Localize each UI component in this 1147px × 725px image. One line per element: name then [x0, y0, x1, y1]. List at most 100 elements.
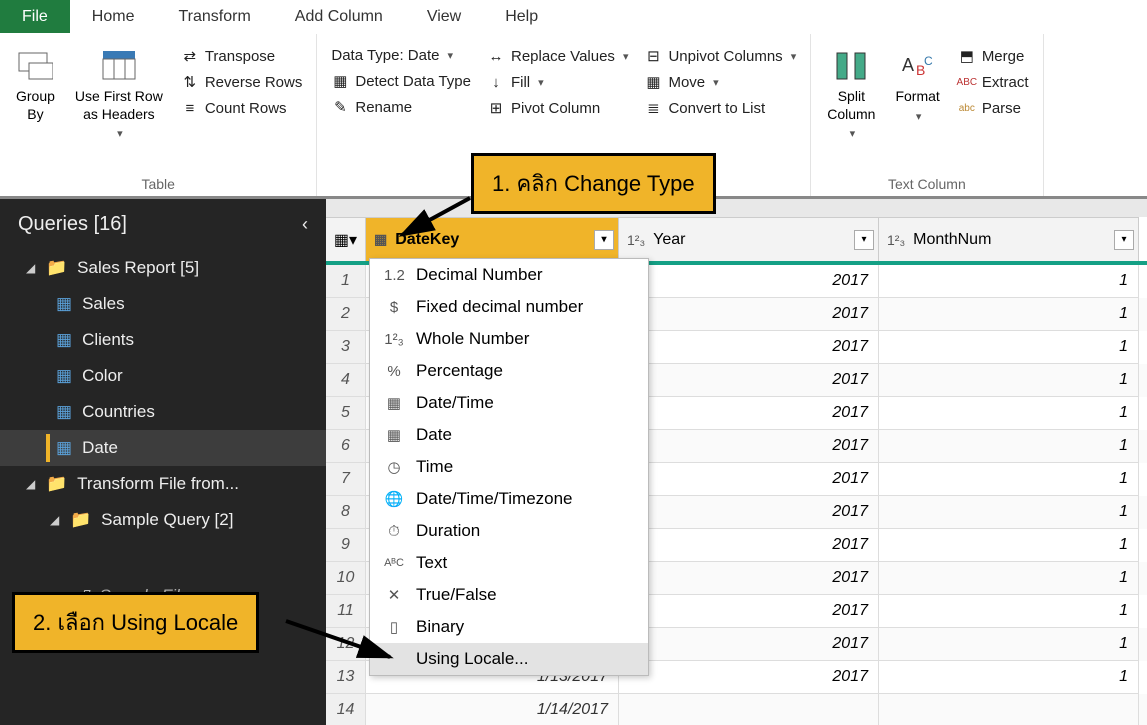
split-column-button[interactable]: Split Column [821, 44, 881, 172]
count-rows-button[interactable]: ≡ Count Rows [177, 96, 307, 120]
clock-icon: ◷ [384, 458, 404, 476]
type-fixed-decimal[interactable]: $Fixed decimal number [370, 291, 648, 323]
menu-label: Date/Time [416, 393, 494, 413]
cell-year[interactable]: 2017 [619, 331, 879, 364]
parse-button[interactable]: abcParse [954, 96, 1033, 120]
type-truefalse[interactable]: ✕True/False [370, 579, 648, 611]
tab-view[interactable]: View [405, 0, 483, 33]
format-button[interactable]: ABC Format [889, 44, 945, 172]
detect-type-button[interactable]: ▦Detect Data Type [327, 69, 475, 93]
filter-dropdown-icon[interactable]: ▾ [1114, 230, 1134, 250]
detect-icon: ▦ [331, 72, 349, 90]
cell-year[interactable]: 2017 [619, 364, 879, 397]
cell-monthnum[interactable]: 1 [879, 331, 1139, 364]
query-countries[interactable]: ▦Countries [0, 394, 326, 430]
type-time[interactable]: ◷ Time [370, 451, 648, 483]
filter-dropdown-icon[interactable]: ▾ [854, 230, 874, 250]
tab-add-column[interactable]: Add Column [273, 0, 405, 33]
tab-file[interactable]: File [0, 0, 70, 33]
cell-monthnum[interactable]: 1 [879, 628, 1139, 661]
type-using-locale[interactable]: Using Locale... [370, 643, 648, 675]
col-header-datekey[interactable]: ▦ DateKey ▾ [366, 217, 619, 261]
cell-monthnum[interactable]: 1 [879, 463, 1139, 496]
cell-year[interactable]: 2017 [619, 496, 879, 529]
query-clients[interactable]: ▦Clients [0, 322, 326, 358]
count-label: Count Rows [205, 100, 287, 117]
use-first-row-button[interactable]: Use First Row as Headers [69, 44, 169, 172]
extract-button[interactable]: ABCExtract [954, 70, 1033, 94]
col-header-year[interactable]: 1²₃ Year ▾ [619, 217, 879, 261]
cell-year[interactable] [619, 694, 879, 725]
whole-icon: 1²₃ [384, 331, 404, 348]
type-whole[interactable]: 1²₃Whole Number [370, 323, 648, 355]
cell-year[interactable]: 2017 [619, 661, 879, 694]
row-number: 10 [326, 562, 366, 595]
cell-monthnum[interactable]: 1 [879, 562, 1139, 595]
menu-label: Time [416, 457, 453, 477]
query-color[interactable]: ▦Color [0, 358, 326, 394]
tab-home[interactable]: Home [70, 0, 157, 33]
query-date[interactable]: ▦Date [0, 430, 326, 466]
parse-label: Parse [982, 100, 1021, 117]
query-sales[interactable]: ▦Sales [0, 286, 326, 322]
cell-year[interactable]: 2017 [619, 397, 879, 430]
cell-year[interactable]: 2017 [619, 595, 879, 628]
cell-monthnum[interactable]: 1 [879, 298, 1139, 331]
data-type-button[interactable]: Data Type: Date [327, 44, 475, 67]
reverse-rows-button[interactable]: ⇅Reverse Rows [177, 70, 307, 94]
tab-transform[interactable]: Transform [156, 0, 272, 33]
tab-help[interactable]: Help [483, 0, 560, 33]
merge-button[interactable]: ⬒Merge [954, 44, 1033, 68]
cell-monthnum[interactable]: 1 [879, 661, 1139, 694]
cell-monthnum[interactable]: 1 [879, 595, 1139, 628]
cell-monthnum[interactable]: 1 [879, 364, 1139, 397]
cell-monthnum[interactable] [879, 694, 1139, 725]
type-binary[interactable]: ▯Binary [370, 611, 648, 643]
col-header-monthnum[interactable]: 1²₃ MonthNum ▾ [879, 217, 1139, 261]
cell-year[interactable]: 2017 [619, 430, 879, 463]
replace-values-button[interactable]: ↔Replace Values [483, 44, 632, 68]
unpivot-button[interactable]: ⊟Unpivot Columns [640, 44, 800, 68]
row-number: 3 [326, 331, 366, 364]
cell-monthnum[interactable]: 1 [879, 430, 1139, 463]
cell-year[interactable]: 2017 [619, 298, 879, 331]
convert-label: Convert to List [668, 100, 765, 117]
type-percentage[interactable]: %Percentage [370, 355, 648, 387]
cell-monthnum[interactable]: 1 [879, 397, 1139, 430]
cell-monthnum[interactable]: 1 [879, 265, 1139, 298]
cell-year[interactable]: 2017 [619, 463, 879, 496]
pivot-button[interactable]: ⊞Pivot Column [483, 96, 632, 120]
move-button[interactable]: ▦Move [640, 70, 800, 94]
count-icon: ≡ [181, 99, 199, 117]
transpose-button[interactable]: ⇄Transpose [177, 44, 307, 68]
type-dtz[interactable]: 🌐Date/Time/Timezone [370, 483, 648, 515]
annotation-1: 1. คลิก Change Type [471, 153, 716, 214]
cell-monthnum[interactable]: 1 [879, 529, 1139, 562]
type-decimal[interactable]: 1.2Decimal Number [370, 259, 648, 291]
filter-dropdown-icon[interactable]: ▾ [594, 230, 614, 250]
cell-year[interactable]: 2017 [619, 562, 879, 595]
folder-sales-report[interactable]: ◢📁Sales Report [5] [0, 250, 326, 286]
table-row[interactable]: 141/14/2017 [326, 694, 1147, 725]
collapse-pane-icon[interactable]: ‹ [302, 214, 308, 235]
cell-year[interactable]: 2017 [619, 529, 879, 562]
folder-icon: 📁 [70, 510, 91, 530]
cell-datekey[interactable]: 1/14/2017 [366, 694, 619, 725]
cell-monthnum[interactable]: 1 [879, 496, 1139, 529]
select-all-cell[interactable]: ▦▾ [326, 217, 366, 261]
type-duration[interactable]: ⏱Duration [370, 515, 648, 547]
group-by-button[interactable]: Group By [10, 44, 61, 172]
menu-label: Decimal Number [416, 265, 543, 285]
ribbon-group-textcolumn: Split Column ABC Format ⬒Merge ABCExtrac… [811, 34, 1043, 196]
folder-sample-query[interactable]: ◢📁Sample Query [2] [0, 502, 326, 538]
transpose-label: Transpose [205, 48, 275, 65]
type-date[interactable]: ▦Date [370, 419, 648, 451]
type-text[interactable]: AᴮCText [370, 547, 648, 579]
cell-year[interactable]: 2017 [619, 628, 879, 661]
fill-button[interactable]: ↓Fill [483, 70, 632, 94]
folder-transform-file[interactable]: ◢📁Transform File from... [0, 466, 326, 502]
type-datetime[interactable]: ▦Date/Time [370, 387, 648, 419]
cell-year[interactable]: 2017 [619, 265, 879, 298]
convert-list-button[interactable]: ≣Convert to List [640, 96, 800, 120]
rename-button[interactable]: ✎Rename [327, 95, 475, 119]
